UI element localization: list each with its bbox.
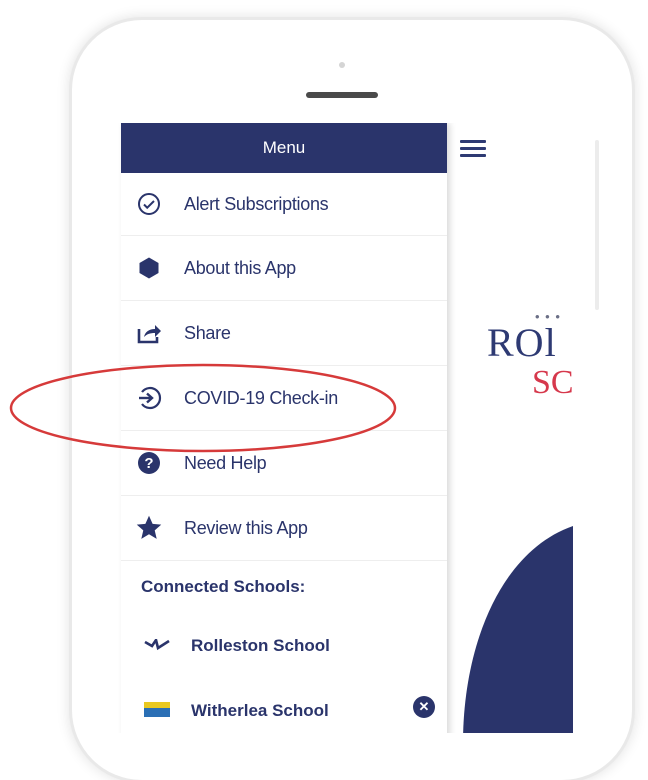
phone-sensor — [339, 62, 345, 68]
school-label: Rolleston School — [191, 635, 330, 655]
logo-line-1: ROl — [487, 320, 557, 365]
connected-schools-heading: Connected Schools: — [141, 577, 306, 596]
menu-item-about-app[interactable]: About this App — [121, 236, 447, 301]
drawer-header: Menu — [121, 123, 447, 173]
menu-item-need-help[interactable]: ? Need Help — [121, 431, 447, 496]
school-logo-icon — [137, 696, 177, 726]
logo-line-2: SC — [532, 364, 573, 401]
phone-speaker — [306, 92, 378, 98]
school-label: Witherlea School — [191, 700, 329, 720]
drawer-title: Menu — [262, 138, 306, 157]
background-wave — [463, 526, 573, 733]
question-icon: ? — [134, 448, 164, 478]
school-item-rolleston[interactable]: Rolleston School — [121, 613, 447, 678]
school-item-witherlea[interactable]: Witherlea School ✕ — [121, 678, 447, 733]
svg-text:?: ? — [144, 455, 153, 472]
menu-item-label: Alert Subscriptions — [184, 193, 329, 214]
school-logo-icon — [137, 631, 177, 661]
hamburger-menu-icon[interactable] — [460, 140, 486, 158]
menu-item-label: Review this App — [184, 517, 308, 538]
side-drawer: Menu Alert Subscriptions About this App … — [121, 123, 447, 733]
star-icon — [134, 513, 164, 543]
menu-item-label: COVID-19 Check-in — [184, 387, 338, 408]
sign-in-icon — [134, 383, 164, 413]
menu-item-label: Share — [184, 322, 231, 343]
remove-school-button[interactable]: ✕ — [413, 696, 435, 718]
menu-item-covid-checkin[interactable]: COVID-19 Check-in — [121, 366, 447, 431]
menu-item-share[interactable]: Share — [121, 301, 447, 366]
share-icon — [134, 318, 164, 348]
hexagon-icon — [134, 253, 164, 283]
menu-item-alert-subscriptions[interactable]: Alert Subscriptions — [121, 173, 447, 236]
menu-item-label: Need Help — [184, 452, 267, 473]
school-logo: • • • ROl SC — [487, 309, 573, 419]
check-circle-icon — [134, 189, 164, 219]
menu-item-review-app[interactable]: Review this App — [121, 496, 447, 561]
menu-item-label: About this App — [184, 257, 296, 278]
phone-side-button — [595, 140, 599, 310]
app-screen: • • • ROl SC Menu Alert Subscriptions Ab… — [103, 123, 573, 733]
